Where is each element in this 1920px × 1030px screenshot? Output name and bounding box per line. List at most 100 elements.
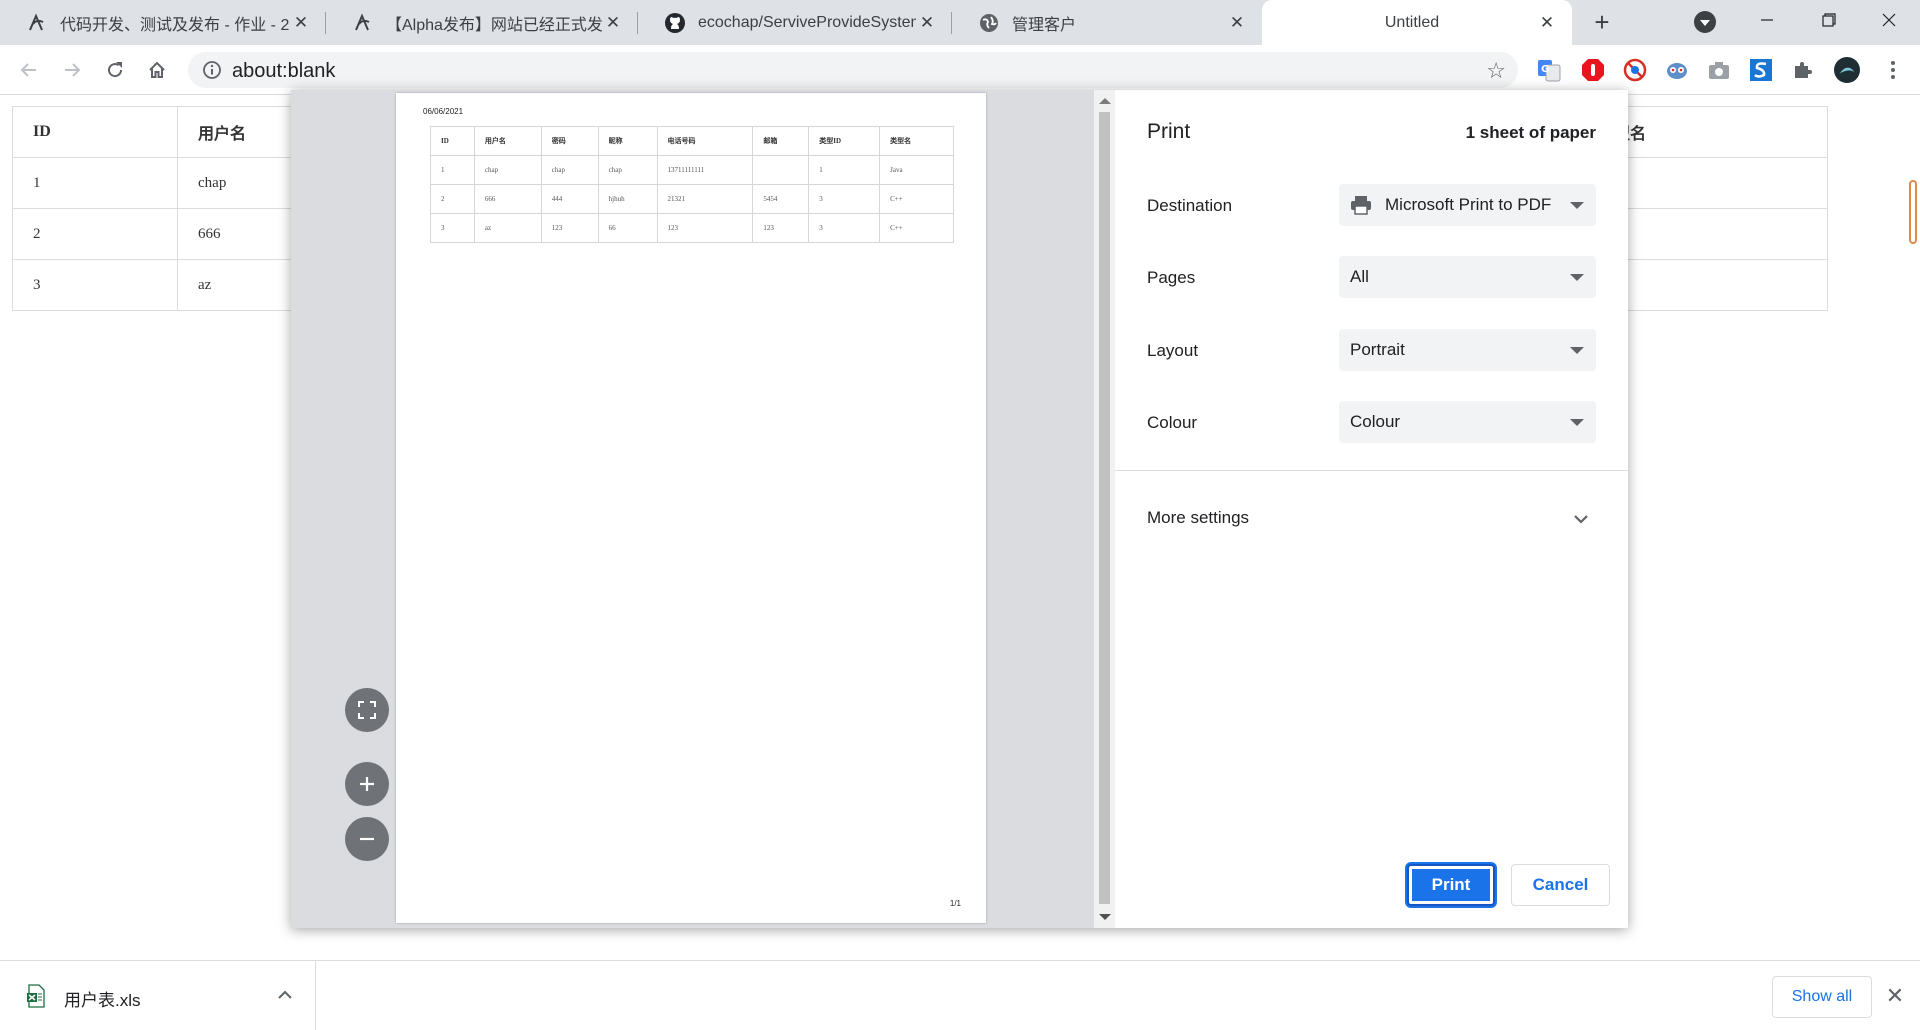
close-icon[interactable]: ✕: [290, 12, 312, 34]
minimize-icon[interactable]: [1736, 0, 1798, 40]
preview-header: ID: [430, 126, 475, 156]
tab-title: ecochap/ServiveProvideSystem: [698, 13, 916, 31]
plus-icon: [360, 777, 374, 791]
info-icon[interactable]: [202, 60, 222, 80]
pages-label: Pages: [1147, 268, 1196, 287]
camera-icon[interactable]: [1706, 57, 1732, 83]
preview-header: 类型名: [879, 126, 954, 156]
fit-to-page-button[interactable]: [345, 688, 389, 732]
download-file-name: 用户表.xls: [64, 991, 141, 1010]
reload-icon[interactable]: [100, 55, 130, 85]
url-text[interactable]: about:blank: [232, 60, 335, 83]
layout-value: Portrait: [1350, 340, 1405, 359]
tab-strip: 代码开发、测试及发布 - 作业 - 20 ✕ 【Alpha发布】网站已经正式发布…: [0, 0, 1920, 45]
address-bar[interactable]: about:blank ☆: [188, 52, 1518, 88]
preview-cell: 3: [808, 213, 881, 243]
print-settings-panel: Print 1 sheet of paper Destination Micro…: [1115, 90, 1628, 928]
s-extension-icon[interactable]: [1748, 57, 1774, 83]
table-cell: 2: [12, 208, 178, 260]
preview-cell: 666: [473, 184, 542, 214]
colour-select[interactable]: Colour: [1339, 401, 1596, 443]
scroll-up-arrow-icon[interactable]: [1099, 98, 1111, 104]
tampermonkey-icon[interactable]: [1664, 57, 1690, 83]
preview-cell: 123: [656, 213, 754, 243]
download-bar: 用户表.xls Show all ✕: [0, 960, 1920, 1030]
preview-cell: 1: [808, 155, 881, 185]
preview-scrollbar[interactable]: [1094, 90, 1115, 928]
home-icon[interactable]: [142, 55, 172, 85]
preview-date: 06/06/2021: [423, 107, 464, 116]
pages-select[interactable]: All: [1339, 256, 1596, 298]
close-icon[interactable]: ✕: [1536, 12, 1558, 34]
bookmark-star-icon[interactable]: ☆: [1486, 58, 1506, 84]
cancel-button[interactable]: Cancel: [1511, 864, 1610, 906]
preview-cell: Java: [879, 155, 954, 185]
preview-cell: chap: [597, 155, 658, 185]
colour-value: Colour: [1350, 412, 1401, 431]
preview-cell: 21321: [656, 184, 754, 214]
preview-header: 类型ID: [808, 126, 881, 156]
preview-cell: 3: [808, 184, 881, 214]
new-tab-button[interactable]: +: [1588, 9, 1616, 37]
preview-header: 密码: [540, 126, 599, 156]
page-scrollbar-thumb[interactable]: [1909, 180, 1917, 244]
close-icon[interactable]: ✕: [1226, 12, 1248, 34]
zoom-out-button[interactable]: [345, 817, 389, 861]
preview-cell: 66: [597, 213, 658, 243]
more-settings-toggle[interactable]: More settings: [1147, 508, 1249, 528]
layout-select[interactable]: Portrait: [1339, 329, 1596, 371]
scrollbar-thumb[interactable]: [1099, 112, 1110, 904]
destination-select[interactable]: Microsoft Print to PDF: [1339, 184, 1596, 226]
tab-2[interactable]: 【Alpha发布】网站已经正式发布！ ✕: [326, 0, 638, 45]
tab-search-icon[interactable]: [1694, 11, 1716, 33]
forward-icon[interactable]: [57, 55, 87, 85]
close-icon[interactable]: ✕: [1884, 985, 1906, 1007]
preview-page: 06/06/2021 ID 用户名 密码 昵称 电话号码 邮箱 类型ID 类型名…: [396, 93, 986, 923]
preview-row: 1 chap chap chap 13711111111 1 Java: [430, 155, 954, 185]
preview-cell: 5454: [752, 184, 810, 214]
preview-header: 昵称: [597, 126, 658, 156]
preview-cell: 444: [540, 184, 599, 214]
destination-label: Destination: [1147, 196, 1233, 215]
preview-page-number: 1/1: [949, 899, 961, 908]
close-icon[interactable]: ✕: [916, 12, 938, 34]
dropdown-arrow-icon: [1570, 419, 1584, 426]
scroll-down-arrow-icon[interactable]: [1099, 914, 1111, 920]
print-button[interactable]: Print: [1407, 864, 1495, 906]
svg-text:G: G: [1541, 64, 1549, 75]
print-preview-area: 06/06/2021 ID 用户名 密码 昵称 电话号码 邮箱 类型ID 类型名…: [291, 90, 1115, 928]
preview-cell: [752, 155, 810, 185]
back-icon[interactable]: [14, 55, 44, 85]
preview-cell: hjhuh: [597, 184, 658, 214]
tab-1[interactable]: 代码开发、测试及发布 - 作业 - 20 ✕: [0, 0, 326, 45]
dropdown-arrow-icon: [1570, 274, 1584, 281]
show-all-button[interactable]: Show all: [1772, 976, 1872, 1018]
extensions-puzzle-icon[interactable]: [1790, 57, 1816, 83]
tab-3[interactable]: ecochap/ServiveProvideSystem ✕: [638, 0, 952, 45]
preview-row: 3 az 123 66 123 123 3 C++: [430, 213, 954, 243]
preview-cell: C++: [879, 184, 954, 214]
menu-kebab-icon[interactable]: [1880, 57, 1906, 83]
preview-cell: chap: [540, 155, 599, 185]
github-icon: [664, 12, 686, 34]
google-translate-icon[interactable]: G: [1536, 57, 1562, 83]
adblock-icon[interactable]: [1580, 57, 1606, 83]
window-close-icon[interactable]: [1858, 0, 1920, 40]
close-icon[interactable]: ✕: [602, 12, 624, 34]
tab-untitled-active[interactable]: Untitled ✕: [1262, 0, 1572, 45]
restore-icon[interactable]: [1798, 0, 1860, 40]
avatar[interactable]: [1834, 57, 1860, 83]
settings-divider: [1115, 470, 1628, 471]
chevron-down-icon[interactable]: [1570, 508, 1592, 530]
table-header: ID: [12, 106, 178, 158]
download-item[interactable]: 用户表.xls: [0, 961, 316, 1030]
minus-icon: [360, 837, 374, 841]
zoom-in-button[interactable]: [345, 762, 389, 806]
layout-label: Layout: [1147, 341, 1199, 360]
cnblogs-icon: [26, 12, 48, 34]
table-cell: 1: [12, 157, 178, 209]
tab-4[interactable]: 管理客户 ✕: [952, 0, 1262, 45]
block-site-icon[interactable]: [1622, 57, 1648, 83]
chevron-up-icon[interactable]: [276, 986, 294, 1004]
cnblogs-icon: [352, 12, 374, 34]
